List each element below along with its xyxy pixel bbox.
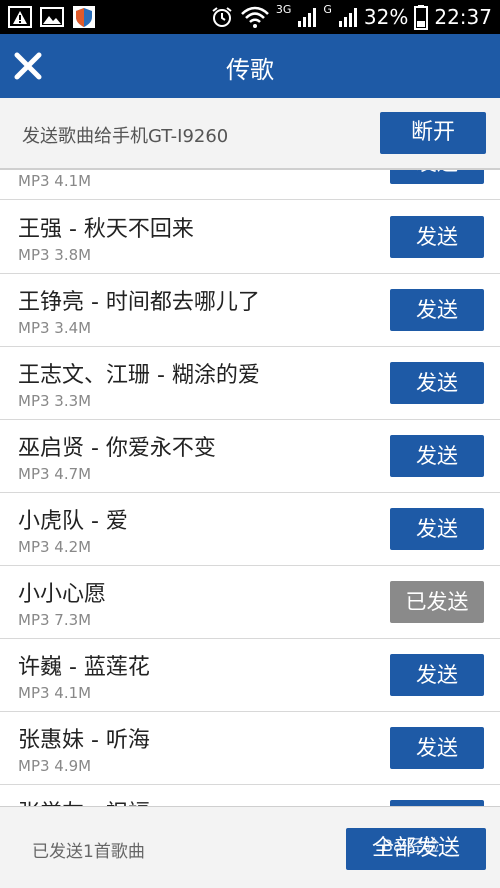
song-meta: MP3 7.3M bbox=[18, 611, 92, 629]
song-meta: MP3 3.4M bbox=[18, 319, 92, 337]
send-button[interactable]: 发送 bbox=[390, 727, 484, 769]
list-item: 王铮亮 - 时间都去哪儿了 MP3 3.4M 发送 bbox=[0, 274, 500, 347]
sent-count-status: 已发送1首歌曲 bbox=[32, 842, 145, 862]
list-item: 王志文、江珊 - 糊涂的爱 MP3 3.3M 发送 bbox=[0, 347, 500, 420]
song-title: 张学友 - 祝福 bbox=[18, 795, 150, 806]
song-title: 王志文、江珊 - 糊涂的爱 bbox=[18, 363, 260, 388]
device-label: 发送歌曲给手机GT-I9260 bbox=[22, 126, 229, 147]
song-title: 王铮亮 - 时间都去哪儿了 bbox=[18, 290, 260, 315]
list-item: 王强 - 秋天不回来 MP3 3.8M 发送 bbox=[0, 201, 500, 274]
send-button[interactable]: 发送 bbox=[390, 216, 484, 258]
battery-percent: 32% bbox=[363, 5, 409, 29]
disconnect-button[interactable]: 断开 bbox=[380, 112, 486, 154]
send-button[interactable]: 发送 bbox=[390, 435, 484, 477]
device-connection-bar: 发送歌曲给手机GT-I9260 断开 bbox=[0, 98, 500, 170]
song-title: 小虎队 - 爱 bbox=[18, 509, 128, 534]
signal-3g-icon bbox=[298, 8, 317, 27]
sent-button[interactable]: 已发送 bbox=[390, 581, 484, 623]
list-item: 小小心愿 MP3 7.3M 已发送 bbox=[0, 566, 500, 639]
song-meta: MP3 4.1M bbox=[18, 684, 92, 702]
list-item: 张学友 - 祝福 发送 bbox=[0, 785, 500, 806]
song-meta: MP3 4.1M bbox=[18, 172, 92, 190]
song-title: 许巍 - 蓝莲花 bbox=[18, 655, 150, 680]
list-item: 许巍 - 蓝莲花 MP3 4.1M 发送 bbox=[0, 639, 500, 712]
send-button[interactable]: 发送 bbox=[390, 508, 484, 550]
send-button[interactable]: 发送 bbox=[390, 170, 484, 184]
battery-icon bbox=[414, 5, 429, 30]
system-icons: 3G G 32% 22:37 bbox=[210, 2, 492, 32]
list-item: 小虎队 - 爱 MP3 4.2M 发送 bbox=[0, 493, 500, 566]
song-title: 小小心愿 bbox=[18, 582, 107, 607]
song-title: 王强 - 秋天不回来 bbox=[18, 217, 194, 242]
list-item: MP3 4.1M 发送 bbox=[0, 170, 500, 200]
send-button[interactable]: 发送 bbox=[390, 362, 484, 404]
send-button[interactable]: 发送 bbox=[390, 654, 484, 696]
song-meta: MP3 4.7M bbox=[18, 465, 92, 483]
warning-icon bbox=[8, 6, 32, 28]
bottom-bar: 已发送1首歌曲 全部发送 bbox=[0, 806, 500, 888]
list-item: 张惠妹 - 听海 MP3 4.9M 发送 bbox=[0, 712, 500, 785]
signal-g-icon bbox=[338, 8, 357, 27]
song-meta: MP3 3.8M bbox=[18, 246, 92, 264]
song-title: 巫启贤 - 你爱永不变 bbox=[18, 436, 216, 461]
page-title: 传歌 bbox=[226, 56, 274, 84]
song-meta: MP3 4.2M bbox=[18, 538, 92, 556]
song-list[interactable]: MP3 4.1M 发送 王强 - 秋天不回来 MP3 3.8M 发送 王铮亮 -… bbox=[0, 170, 500, 806]
wifi-icon bbox=[240, 6, 269, 28]
alarm-icon bbox=[212, 7, 232, 27]
app-bar: 传歌 bbox=[0, 34, 500, 98]
send-button[interactable]: 发送 bbox=[390, 289, 484, 331]
network-3g-label: 3G bbox=[275, 2, 292, 16]
list-item: 巫启贤 - 你爱永不变 MP3 4.7M 发送 bbox=[0, 420, 500, 493]
notification-icons bbox=[8, 5, 96, 29]
network-g-label: G bbox=[323, 2, 332, 16]
shield-icon bbox=[73, 6, 95, 28]
song-meta: MP3 4.9M bbox=[18, 757, 92, 775]
status-bar: 3G G 32% 22:37 bbox=[0, 0, 500, 34]
clock: 22:37 bbox=[434, 5, 492, 29]
send-all-button[interactable]: 全部发送 bbox=[346, 828, 486, 870]
image-icon bbox=[40, 7, 64, 27]
song-meta: MP3 3.3M bbox=[18, 392, 92, 410]
song-title: 张惠妹 - 听海 bbox=[18, 728, 150, 753]
